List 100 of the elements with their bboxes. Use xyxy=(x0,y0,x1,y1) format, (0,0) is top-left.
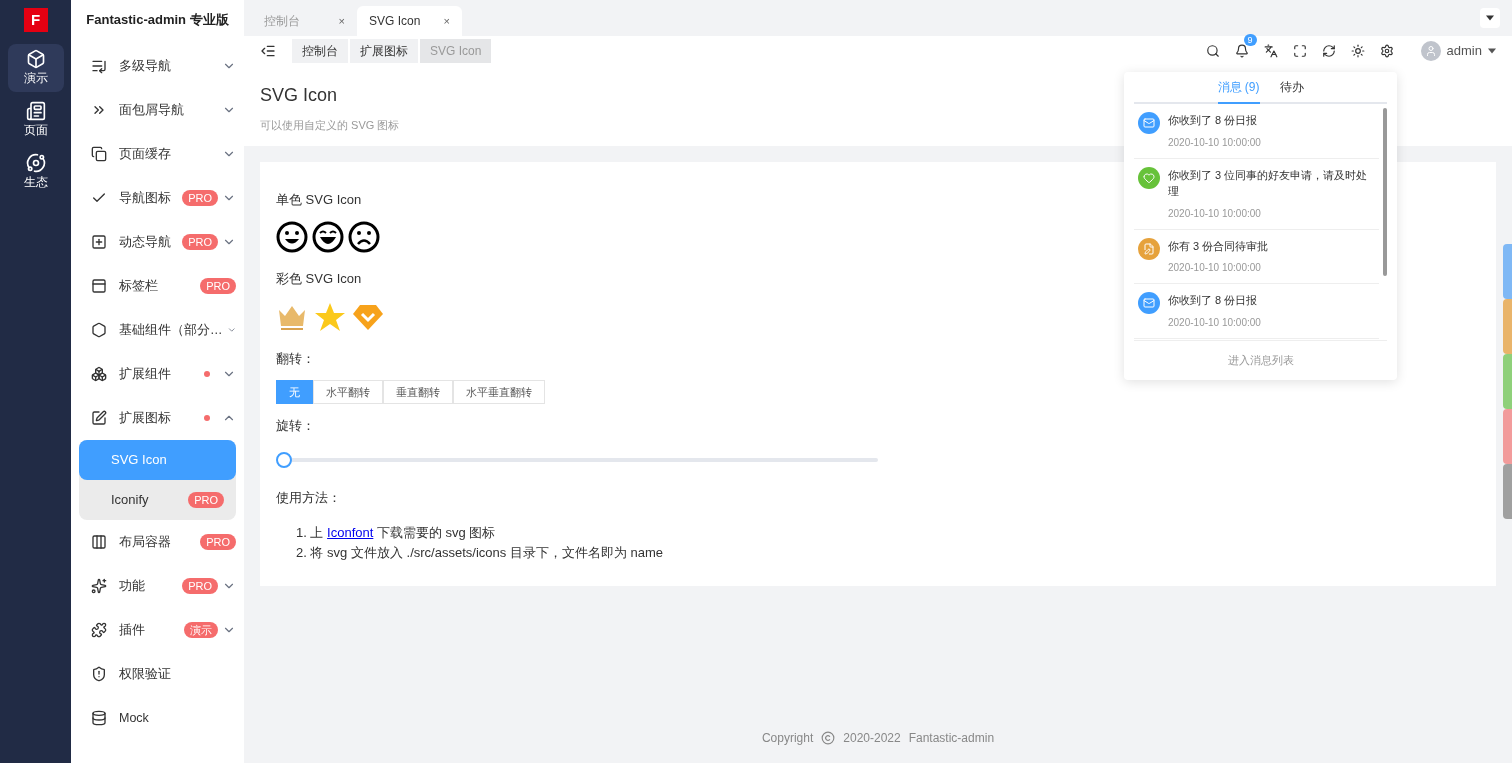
rotate-label: 旋转： xyxy=(276,417,315,435)
section-title: 彩色 SVG Icon xyxy=(276,270,362,288)
menu-label: 标签栏 xyxy=(119,277,158,295)
rail-item[interactable]: 生态 xyxy=(7,148,64,196)
flip-label: 翻转： xyxy=(276,349,315,368)
menu-label: 功能 xyxy=(119,577,145,595)
notification-text: 你有 3 份合同待审批 xyxy=(1168,238,1269,254)
notification-text: 你收到了 3 位同事的好友申请，请及时处理 xyxy=(1168,167,1369,199)
breadcrumb-item[interactable]: 控制台 xyxy=(292,39,348,63)
usage-step: 2. 将 svg 文件放入 ./src/assets/icons 目录下，文件名即为 name xyxy=(296,542,663,562)
menu-item[interactable]: 插件 演示 xyxy=(71,608,244,652)
pro-badge: PRO xyxy=(188,492,224,508)
menu-item[interactable]: 布局容器 PRO xyxy=(71,520,244,564)
menu-label: 插件 xyxy=(119,621,145,639)
footer: Copyright 2020-2022 Fantastic-admin xyxy=(244,729,1512,763)
translate-icon[interactable] xyxy=(1263,44,1278,58)
menu-label: 导航图标 xyxy=(119,189,171,207)
settings-icon[interactable] xyxy=(1379,44,1394,58)
section-title: 单色 SVG Icon xyxy=(276,190,362,209)
menu-label: 多级导航 xyxy=(119,57,171,75)
notification-time: 2020-10-10 10:00:00 xyxy=(1168,135,1261,150)
columns-icon xyxy=(91,534,107,550)
menu-label: 扩展图标 xyxy=(119,409,171,427)
hexagon-icon xyxy=(91,322,107,338)
database-icon xyxy=(91,710,107,726)
user-menu[interactable]: admin xyxy=(1420,41,1496,61)
scrollbar[interactable] xyxy=(1383,108,1387,276)
caret-icon xyxy=(1486,15,1494,21)
newspaper-icon xyxy=(25,101,46,121)
notification-item[interactable]: 你有 3 份合同待审批 2020-10-10 10:00:00 xyxy=(1134,229,1379,284)
count-badge: 9 xyxy=(1243,34,1257,46)
notification-text: 你收到了 8 份日报 xyxy=(1168,113,1259,128)
notification-item[interactable]: 你收到了 3 位同事的好友申请，请及时处理 2020-10-10 10:00:00 xyxy=(1134,158,1379,230)
menu-item[interactable]: 权限验证 xyxy=(71,652,244,696)
notification-time: 2020-10-10 10:00:00 xyxy=(1168,261,1262,275)
refresh-icon[interactable] xyxy=(1321,44,1336,58)
orbit-icon xyxy=(25,153,46,173)
slider-thumb[interactable] xyxy=(276,451,292,468)
page-tab[interactable]: SVG Icon × xyxy=(357,6,462,36)
boxes-icon xyxy=(91,366,107,382)
avatar-icon xyxy=(1420,41,1441,61)
search-icon[interactable] xyxy=(1205,44,1220,58)
tab-close[interactable]: × xyxy=(443,12,450,30)
notification-time: 2020-10-10 10:00:00 xyxy=(1168,315,1261,330)
menu-item[interactable]: 功能 PRO xyxy=(71,564,244,608)
logo: F xyxy=(23,8,48,32)
menu-item[interactable]: 动态导航 PRO xyxy=(71,220,244,264)
menu-item[interactable]: 基础组件（部分… xyxy=(71,308,244,352)
app-title: Fantastic-admin 专业版 xyxy=(85,11,230,30)
submenu-item[interactable]: Iconify PRO xyxy=(79,480,236,520)
menu-item[interactable]: 扩展组件 xyxy=(71,352,244,396)
rotate-slider[interactable] xyxy=(276,451,878,468)
tabs-menu-button[interactable] xyxy=(1480,8,1500,28)
sad-face-icon xyxy=(348,221,380,253)
menu-item[interactable]: 导航图标 PRO xyxy=(71,176,244,220)
menu-item[interactable]: 面包屑导航 xyxy=(71,88,244,132)
menu-item[interactable]: 扩展图标 xyxy=(71,396,244,440)
pro-badge: PRO xyxy=(182,190,218,206)
menu-label: 面包屑导航 xyxy=(119,101,184,119)
popover-tab[interactable]: 待办 xyxy=(1279,72,1304,104)
menu-label: 页面缓存 xyxy=(119,145,171,163)
page-title: SVG Icon xyxy=(260,84,338,107)
flip-option[interactable]: 水平翻转 xyxy=(313,380,383,404)
notification-item[interactable]: 你收到了 8 份日报 2020-10-10 10:00:00 xyxy=(1134,284,1379,339)
flip-option[interactable]: 水平垂直翻转 xyxy=(453,380,545,404)
tab-close[interactable]: × xyxy=(338,12,345,30)
puzzle-icon xyxy=(91,622,107,638)
iconfont-link[interactable]: Iconfont xyxy=(327,525,374,540)
copyright-icon xyxy=(821,731,836,745)
square-pen-icon xyxy=(91,410,107,426)
menu-label: 布局容器 xyxy=(119,533,171,551)
rail-item[interactable]: 页面 xyxy=(7,96,64,144)
breadcrumb-item[interactable]: 扩展图标 xyxy=(350,39,418,63)
menu-item[interactable]: 多级导航 xyxy=(71,44,244,88)
smiley-face-icon xyxy=(276,221,308,253)
menu-item[interactable]: Mock xyxy=(71,696,244,740)
fullscreen-icon[interactable] xyxy=(1292,44,1307,58)
laughing-face-icon xyxy=(312,221,344,253)
notification-time: 2020-10-10 10:00:00 xyxy=(1168,206,1262,221)
copy-icon xyxy=(91,146,107,162)
menu-item[interactable]: 标签栏 PRO xyxy=(71,264,244,308)
rail-item[interactable]: 演示 xyxy=(7,44,64,92)
pro-badge: PRO xyxy=(182,578,218,594)
panel-icon xyxy=(91,278,107,294)
page-description: 可以使用自定义的 SVG 图标 xyxy=(260,118,400,133)
pro-badge: PRO xyxy=(182,234,218,250)
pro-badge: 演示 xyxy=(184,622,218,638)
pro-badge: PRO xyxy=(200,534,236,550)
bell-icon[interactable] xyxy=(1234,44,1249,58)
shield-icon xyxy=(91,666,107,682)
square-plus-icon xyxy=(91,234,107,250)
caret-icon xyxy=(1488,48,1496,54)
menu-item[interactable]: 页面缓存 xyxy=(71,132,244,176)
menu-label: 动态导航 xyxy=(119,233,171,251)
page-tab[interactable]: 控制台 × xyxy=(252,6,357,36)
notification-item[interactable]: 你收到了 8 份日报 2020-10-10 10:00:00 xyxy=(1134,104,1379,159)
collapse-icon[interactable] xyxy=(260,43,276,59)
sun-icon[interactable] xyxy=(1350,44,1365,58)
usage-step: 1. 上 Iconfont 下载需要的 svg 图标 xyxy=(296,523,496,543)
flip-option[interactable]: 垂直翻转 xyxy=(383,380,453,404)
